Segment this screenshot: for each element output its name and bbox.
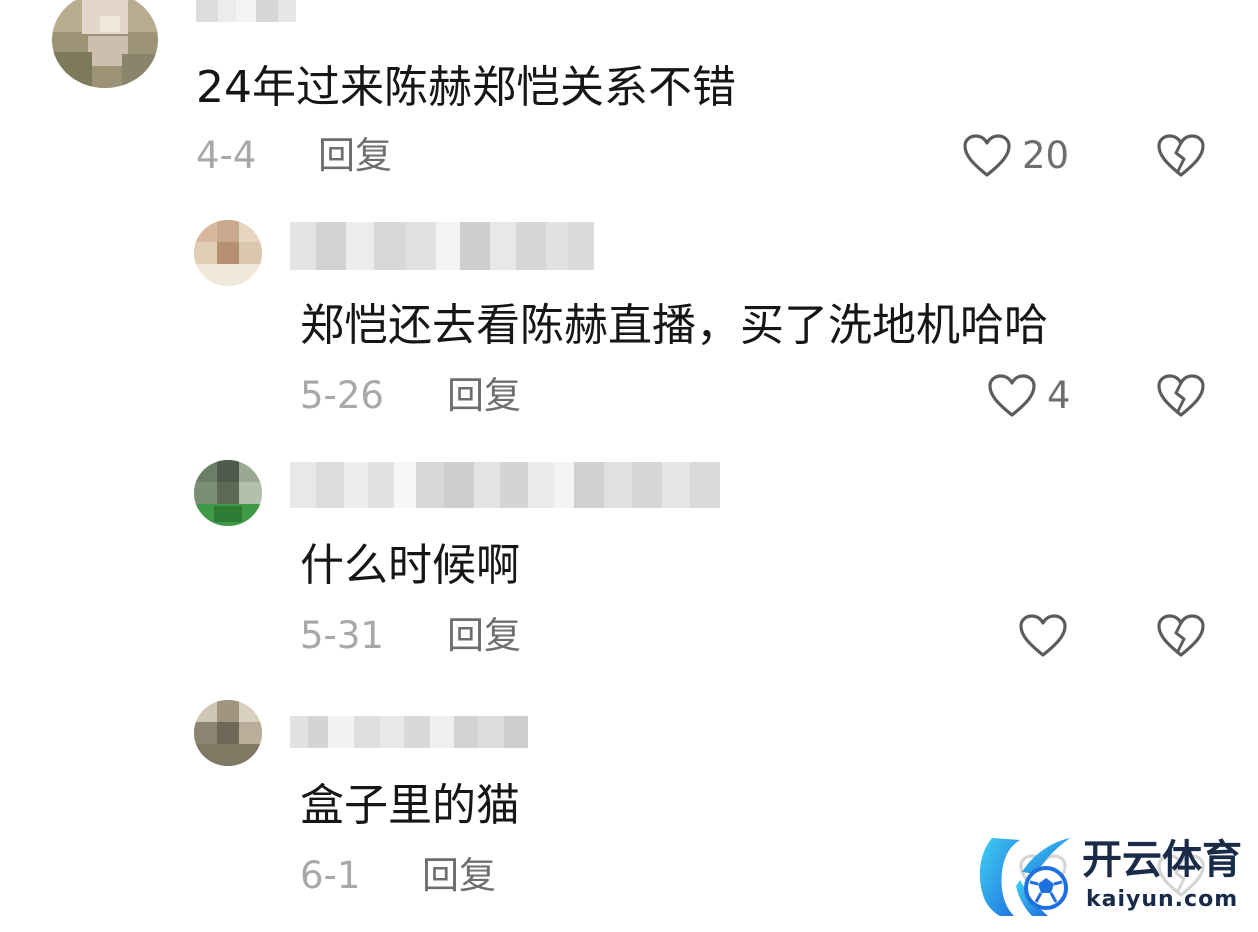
- blurred-username: [290, 716, 528, 748]
- avatar[interactable]: [194, 460, 262, 526]
- broken-heart-icon[interactable]: [1156, 613, 1206, 659]
- comment-date: 4-4: [196, 134, 257, 177]
- brand-name: 开云体育: [1082, 837, 1242, 883]
- brand-url: kaiyun.com: [1086, 887, 1239, 912]
- like-count: 20: [1022, 134, 1070, 177]
- comment-text: 郑恺还去看陈赫直播，买了洗地机哈哈: [300, 300, 1048, 351]
- heart-outline-icon[interactable]: [962, 133, 1012, 179]
- blurred-username: [290, 222, 594, 270]
- comment-date: 5-31: [300, 614, 384, 657]
- heart-outline-icon[interactable]: [1018, 613, 1068, 659]
- avatar[interactable]: [52, 0, 158, 88]
- avatar[interactable]: [194, 700, 262, 766]
- broken-heart-icon[interactable]: [1156, 373, 1206, 419]
- comment-text: 什么时候啊: [300, 540, 520, 591]
- watermark-logo: 开云体育 kaiyun.com: [970, 832, 1252, 922]
- comment-text: 24年过来陈赫郑恺关系不错: [196, 62, 736, 113]
- blurred-username: [196, 0, 296, 22]
- avatar[interactable]: [194, 220, 262, 286]
- brand-logo-icon: [979, 838, 1070, 916]
- comment-date: 6-1: [300, 854, 361, 897]
- reply-button[interactable]: 回复: [447, 614, 521, 658]
- reply-button[interactable]: 回复: [318, 134, 392, 178]
- comment-text: 盒子里的猫: [300, 780, 520, 831]
- reply-button[interactable]: 回复: [422, 854, 496, 898]
- like-count: 4: [1047, 374, 1071, 417]
- reply-button[interactable]: 回复: [447, 374, 521, 418]
- heart-outline-icon[interactable]: [987, 373, 1037, 419]
- comment-date: 5-26: [300, 374, 384, 417]
- broken-heart-icon[interactable]: [1156, 133, 1206, 179]
- blurred-username: [290, 462, 730, 508]
